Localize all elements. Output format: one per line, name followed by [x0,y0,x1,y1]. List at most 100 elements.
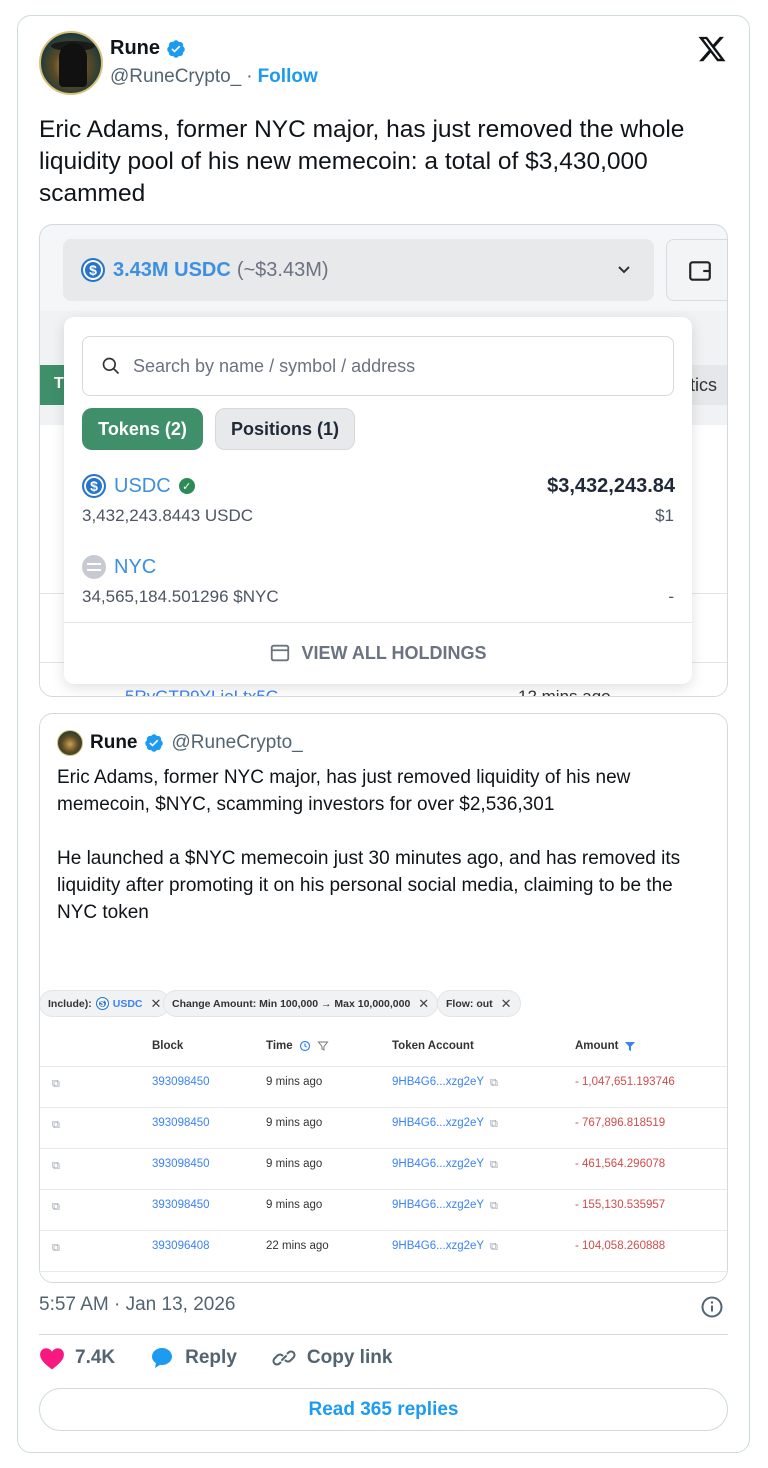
wallet-screenshot[interactable]: T tics 5RyGTP9YLjoLtx5G 12 mins ago $ 3.… [39,224,728,697]
copy-icon[interactable]: ⧉ [52,1201,60,1214]
author-name-row: Rune [110,37,186,60]
row-block-link[interactable]: 393098450 [152,1158,210,1170]
filter-chip-amount: Change Amount: Min 100,000 → Max 10,000,… [163,990,439,1017]
token-nyc-balance: 34,565,184.501296 $NYC [82,587,279,606]
row-divider [40,1148,727,1149]
separator-dot: · [246,66,253,87]
row-token-account-link[interactable]: 9HB4G6...xzg2eY [392,1117,484,1129]
author-name[interactable]: Rune [110,37,160,60]
author-avatar[interactable] [39,31,103,95]
column-label: Amount [575,1040,619,1052]
row-token-account-link[interactable]: 9HB4G6...xzg2eY [392,1199,484,1211]
column-header-amount: Amount [575,1040,636,1052]
row-block-link[interactable]: 393098450 [152,1199,210,1211]
row-divider [40,1066,727,1067]
copy-link-button[interactable]: Copy link [271,1346,392,1370]
wallet-selector[interactable]: $ 3.43M USDC (~$3.43M) [63,239,654,301]
follow-button[interactable]: Follow [258,66,318,88]
column-header-time: Time [266,1040,329,1052]
tweet-timestamp[interactable]: 5:57 AM · Jan 13, 2026 [39,1294,235,1316]
copy-icon[interactable]: ⧉ [490,1077,498,1090]
action-bar: 7.4K Reply Copy link [39,1346,426,1370]
copy-icon[interactable]: ⧉ [490,1159,498,1172]
heart-icon [40,1348,64,1370]
author-handle[interactable]: @RuneCrypto_ [110,66,241,88]
reply-label: Reply [185,1347,237,1368]
filter-icon [317,1041,329,1051]
row-time: 9 mins ago [266,1199,323,1211]
author-handle-row: @RuneCrypto_ · Follow [110,66,318,88]
token-usdc-name[interactable]: $ USDC ✓ [82,474,195,498]
copy-icon[interactable]: ⧉ [490,1118,498,1131]
row-amount: - 461,564.296078 [575,1158,666,1170]
verified-badge-icon [167,39,185,58]
verified-badge-icon [144,734,163,752]
usdc-icon: $ [82,474,106,498]
tab-tokens[interactable]: Tokens (2) [82,408,203,450]
filter-icon [625,1042,636,1051]
row-divider [40,1107,727,1108]
column-header-block: Block [152,1040,184,1052]
filter-token: USDC [112,997,143,1010]
copy-icon[interactable]: ⧉ [52,1242,60,1255]
row-block-link[interactable]: 393098450 [152,1076,210,1088]
holdings-dropdown: Search by name / symbol / address Tokens… [64,317,692,684]
clock-icon [299,1040,310,1052]
reply-bubble-icon [152,1348,173,1368]
quoted-author-name: Rune [90,732,138,753]
read-replies-button[interactable]: Read 365 replies [39,1388,728,1431]
token-symbol: USDC [114,474,171,497]
close-icon: ✕ [500,995,512,1011]
row-amount: - 1,047,651.193746 [575,1076,675,1088]
row-block-link[interactable]: 393098450 [152,1117,210,1129]
copy-icon[interactable]: ⧉ [52,1078,60,1091]
row-time: 9 mins ago [266,1158,323,1170]
usdc-icon: $ [81,258,105,282]
token-symbol: NYC [114,555,157,578]
copy-icon[interactable]: ⧉ [490,1200,498,1213]
copy-icon[interactable]: ⧉ [52,1119,60,1132]
avatar-figure-shape [59,43,87,87]
selector-approx-value: (~$3.43M) [236,258,329,281]
view-all-label: VIEW ALL HOLDINGS [301,642,487,663]
chevron-down-icon [618,266,630,274]
quoted-author-avatar [57,730,83,756]
view-all-holdings-button[interactable]: VIEW ALL HOLDINGS [64,622,692,684]
tab-positions[interactable]: Positions (1) [215,408,355,450]
row-token-account-link[interactable]: 9HB4G6...xzg2eY [392,1158,484,1170]
tweet-text: Eric Adams, former NYC major, has just r… [39,116,685,207]
column-header-token-account: Token Account [392,1040,474,1052]
quoted-author-row: Rune @RuneCrypto_ [90,732,303,754]
wallet-button[interactable] [666,239,727,301]
search-icon [102,357,120,375]
row-token-account-link[interactable]: 9HB4G6...xzg2eY [392,1240,484,1252]
wallet-icon [689,261,711,281]
link-icon [272,1350,296,1366]
row-token-account-link[interactable]: 9HB4G6...xzg2eY [392,1076,484,1088]
reply-button[interactable]: Reply [149,1346,237,1370]
column-label: Time [266,1040,293,1052]
quoted-tweet[interactable]: Rune @RuneCrypto_ Eric Adams, former NYC… [39,713,728,1283]
row-amount: - 767,896.818519 [575,1117,666,1129]
verified-check-icon: ✓ [178,478,195,494]
usdc-icon: $ [95,997,109,1010]
nyc-token-icon [82,555,106,579]
like-button[interactable]: 7.4K [39,1346,115,1370]
token-search-input[interactable]: Search by name / symbol / address [82,336,674,396]
background-row-time: 12 mins ago [518,687,611,697]
token-nyc-price: - [668,587,674,606]
row-time: 9 mins ago [266,1076,323,1088]
wallet-icon [271,644,290,662]
info-icon[interactable] [700,1295,724,1319]
filter-chip-flow: Flow: out ✕ [437,990,521,1017]
token-nyc-name[interactable]: NYC [82,555,156,579]
row-block-link[interactable]: 393096408 [152,1240,210,1252]
x-logo-icon[interactable] [696,34,728,64]
copy-icon[interactable]: ⧉ [52,1160,60,1173]
close-icon: ✕ [418,995,430,1011]
copy-icon[interactable]: ⧉ [490,1241,498,1254]
token-usdc-price: $1 [655,506,674,525]
search-placeholder: Search by name / symbol / address [133,355,416,376]
row-amount: - 104,058.260888 [575,1240,666,1252]
like-count: 7.4K [75,1347,116,1368]
